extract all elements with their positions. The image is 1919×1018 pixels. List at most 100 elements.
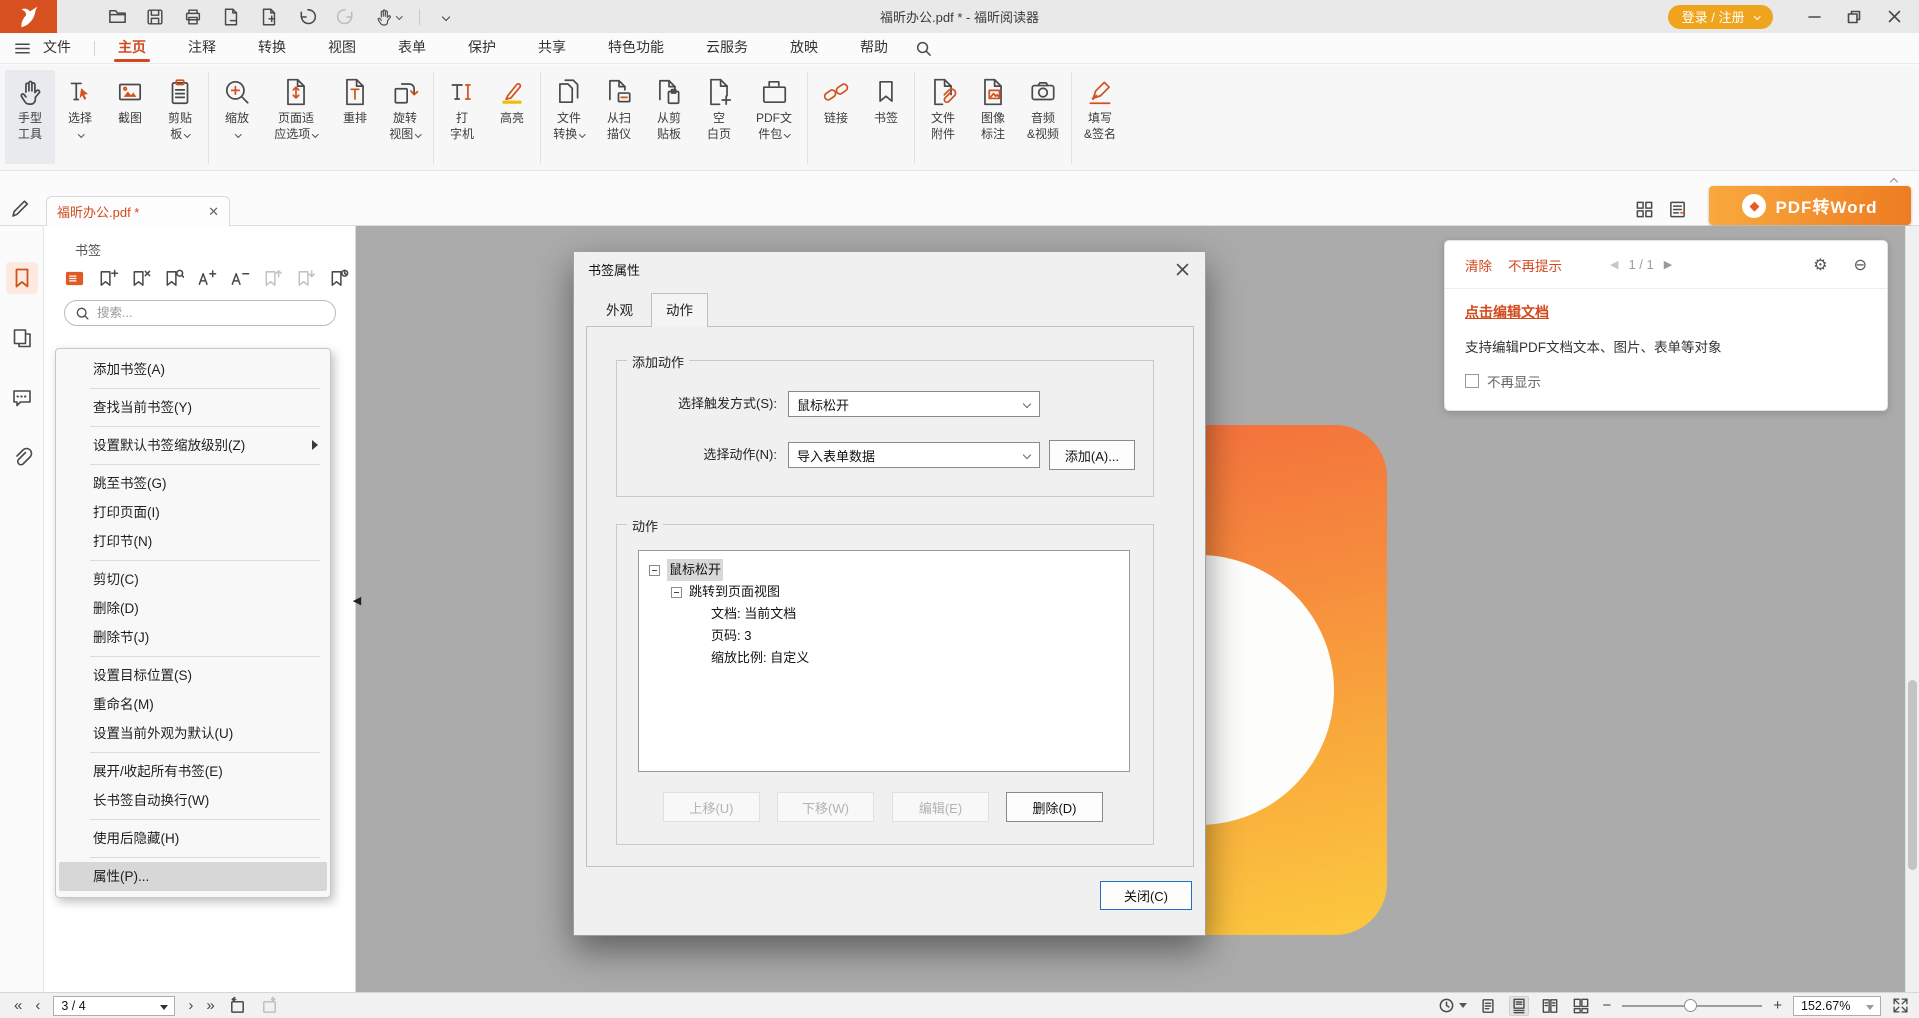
bookmark-search-input[interactable] xyxy=(97,306,325,320)
menu-share[interactable]: 共享 xyxy=(534,33,570,64)
menu-item-use-current-appearance[interactable]: 设置当前外观为默认(U) xyxy=(56,719,330,748)
menu-item-print-section[interactable]: 打印节(N) xyxy=(56,527,330,556)
ribbon-file-convert[interactable]: 文件转换 xyxy=(544,70,594,164)
dont-prompt-link[interactable]: 不再提示 xyxy=(1508,255,1562,275)
pages-panel-icon[interactable] xyxy=(6,322,38,354)
collapse-ribbon-icon[interactable] xyxy=(1891,173,1905,187)
menu-item-add-bookmark[interactable]: 添加书签(A) xyxy=(56,355,330,384)
undo-icon[interactable] xyxy=(295,5,319,29)
menu-convert[interactable]: 转换 xyxy=(254,33,290,64)
dont-show-row[interactable]: 不再显示 xyxy=(1465,371,1541,391)
ribbon-from-scanner[interactable]: 从扫描仪 xyxy=(594,70,644,164)
menu-item-print-pages[interactable]: 打印页面(I) xyxy=(56,498,330,527)
menu-file[interactable]: 文件 xyxy=(39,33,75,64)
menu-item-expand-collapse-all[interactable]: 展开/收起所有书签(E) xyxy=(56,757,330,786)
facing-continuous-view-icon[interactable] xyxy=(1571,996,1591,1016)
find-bookmark-icon[interactable] xyxy=(161,266,185,290)
action-select[interactable]: 导入表单数据 xyxy=(788,442,1040,468)
dialog-close-icon[interactable] xyxy=(1169,257,1195,281)
ribbon-pdf-portfolio[interactable]: PDF文件包 xyxy=(744,70,804,164)
ribbon-file-attachment[interactable]: 文件附件 xyxy=(918,70,968,164)
attachments-panel-icon[interactable] xyxy=(6,442,38,474)
zoom-level-combo[interactable]: 152.67% xyxy=(1793,996,1881,1016)
ribbon-rotate-view[interactable]: 旋转视图 xyxy=(380,70,430,164)
menu-item-wrap-long-bookmarks[interactable]: 长书签自动换行(W) xyxy=(56,786,330,815)
menu-item-set-destination[interactable]: 设置目标位置(S) xyxy=(56,661,330,690)
collapse-box-icon[interactable] xyxy=(649,565,660,576)
customize-toolbar-icon[interactable] xyxy=(434,5,458,29)
menu-item-find-current[interactable]: 查找当前书签(Y) xyxy=(56,393,330,422)
vertical-scrollbar[interactable] xyxy=(1905,226,1919,992)
ribbon-reflow[interactable]: 重排 xyxy=(330,70,380,164)
menu-item-hide-after-use[interactable]: 使用后隐藏(H) xyxy=(56,824,330,853)
facing-view-icon[interactable] xyxy=(1540,996,1560,1016)
settings-gear-icon[interactable]: ⚙ xyxy=(1813,255,1827,275)
panel-collapse-handle[interactable]: ◀ xyxy=(350,578,364,622)
first-page-icon[interactable]: « xyxy=(14,997,22,1014)
scrollbar-thumb[interactable] xyxy=(1908,680,1917,870)
menu-comment[interactable]: 注释 xyxy=(184,33,220,64)
last-page-icon[interactable]: » xyxy=(206,997,214,1014)
menu-item-delete[interactable]: 删除(D) xyxy=(56,594,330,623)
ribbon-from-clipboard[interactable]: 从剪贴板 xyxy=(644,70,694,164)
tree-node-trigger[interactable]: 鼠标松开 xyxy=(649,559,1119,581)
menu-item-goto-bookmark[interactable]: 跳至书签(G) xyxy=(56,469,330,498)
ribbon-page-fit[interactable]: 页面适应选项 xyxy=(262,70,330,164)
login-register-button[interactable]: 登录 / 注册 xyxy=(1668,5,1773,29)
read-mode-control[interactable] xyxy=(1438,997,1467,1014)
pdf-to-word-button[interactable]: ◆ PDF转Word xyxy=(1709,186,1911,225)
delete-button[interactable]: 删除(D) xyxy=(1006,792,1103,822)
next-page-icon[interactable]: › xyxy=(188,997,193,1014)
menu-item-rename[interactable]: 重命名(M) xyxy=(56,690,330,719)
clear-link[interactable]: 清除 xyxy=(1465,255,1492,275)
slider-knob[interactable] xyxy=(1684,999,1697,1012)
close-dialog-button[interactable]: 关闭(C) xyxy=(1100,881,1192,910)
collapse-box-icon[interactable] xyxy=(671,587,682,598)
add-action-button[interactable]: 添加(A)... xyxy=(1049,440,1135,470)
previous-page-icon[interactable]: ‹ xyxy=(35,997,40,1014)
bookmark-list-icon[interactable] xyxy=(62,266,86,290)
zoom-slider[interactable] xyxy=(1622,996,1762,1016)
ribbon-highlight[interactable]: 高亮 xyxy=(487,70,537,164)
menu-features[interactable]: 特色功能 xyxy=(604,33,668,64)
continuous-view-icon[interactable] xyxy=(1509,996,1529,1016)
ribbon-select[interactable]: 选择 xyxy=(55,70,105,164)
delete-bookmark-icon[interactable] xyxy=(128,266,152,290)
multi-tab-view-icon[interactable] xyxy=(1635,200,1654,219)
menu-search-icon[interactable] xyxy=(915,40,932,57)
hand-tool-quick-icon[interactable] xyxy=(371,5,405,29)
menu-item-cut[interactable]: 剪切(C) xyxy=(56,565,330,594)
ribbon-typewriter[interactable]: 打字机 xyxy=(437,70,487,164)
single-page-view-icon[interactable] xyxy=(1478,996,1498,1016)
collapse-level-icon[interactable] xyxy=(227,266,251,290)
ribbon-audio-video[interactable]: 音频&视频 xyxy=(1018,70,1068,164)
ribbon-blank-page[interactable]: 空白页 xyxy=(694,70,744,164)
add-bookmark-icon[interactable] xyxy=(95,266,119,290)
menu-present[interactable]: 放映 xyxy=(786,33,822,64)
ribbon-fill-sign[interactable]: 填写&签名 xyxy=(1075,70,1125,164)
tab-action[interactable]: 动作 xyxy=(651,293,708,327)
new-page-icon[interactable] xyxy=(257,5,281,29)
menu-item-default-zoom-level[interactable]: 设置默认书签缩放级别(Z) xyxy=(56,431,330,460)
bookmark-settings-icon[interactable] xyxy=(326,266,350,290)
minimize-card-icon[interactable]: ⊖ xyxy=(1854,255,1867,275)
dont-show-checkbox[interactable] xyxy=(1465,374,1479,388)
menu-view[interactable]: 视图 xyxy=(324,33,360,64)
edit-document-link[interactable]: 点击编辑文档 xyxy=(1465,302,1549,322)
hamburger-icon[interactable] xyxy=(14,40,31,57)
document-tab[interactable]: 福昕办公.pdf * ✕ xyxy=(46,196,230,226)
menu-help[interactable]: 帮助 xyxy=(856,33,892,64)
export-page-icon[interactable] xyxy=(219,5,243,29)
page-number-combo[interactable]: 3 / 4 xyxy=(53,996,175,1016)
tab-close-icon[interactable]: ✕ xyxy=(208,204,219,220)
open-file-icon[interactable] xyxy=(105,5,129,29)
pager-next-icon[interactable]: ▶ xyxy=(1664,258,1672,271)
ribbon-hand-tool[interactable]: 手型工具 xyxy=(5,70,55,164)
ribbon-zoom[interactable]: 缩放 xyxy=(212,70,262,164)
menu-cloud[interactable]: 云服务 xyxy=(702,33,752,64)
save-icon[interactable] xyxy=(143,5,167,29)
zoom-in-icon[interactable]: + xyxy=(1773,997,1782,1014)
ribbon-image-annotation[interactable]: 图像标注 xyxy=(968,70,1018,164)
tab-list-icon[interactable] xyxy=(1668,200,1687,219)
menu-item-delete-section[interactable]: 删除节(J) xyxy=(56,623,330,652)
